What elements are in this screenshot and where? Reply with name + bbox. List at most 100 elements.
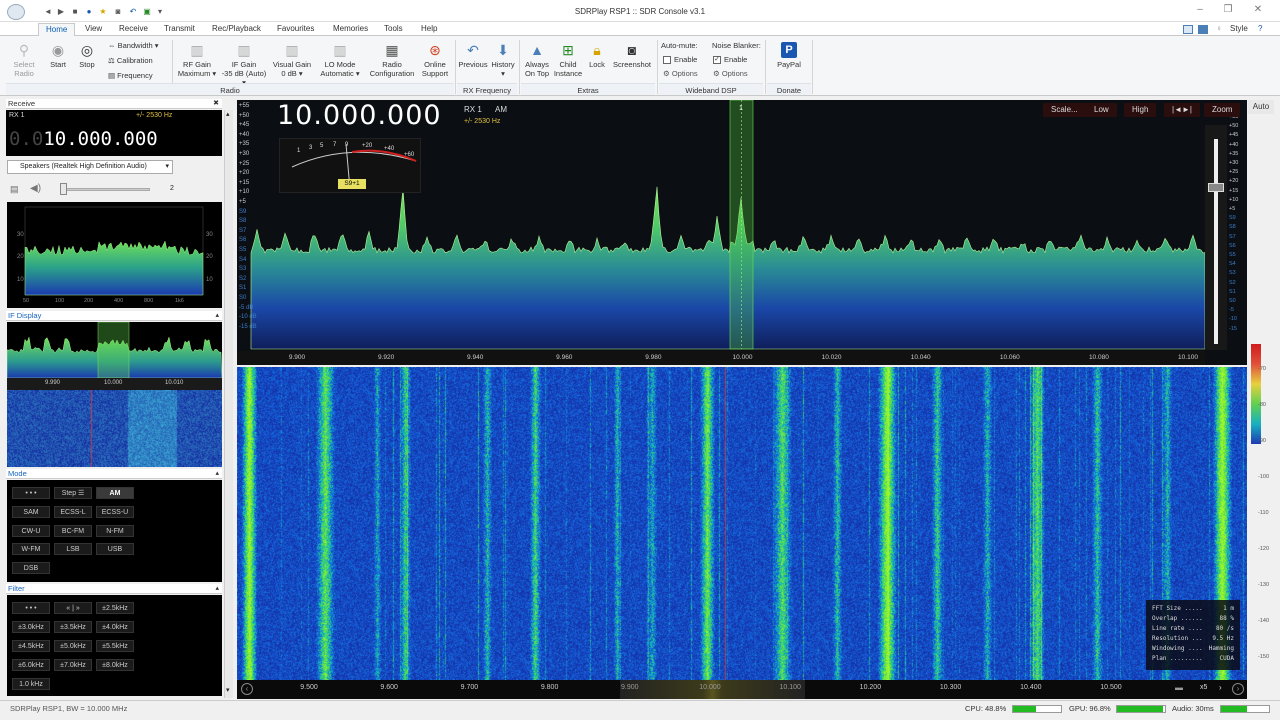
level-slider-track[interactable] [1214,139,1218,344]
lock-button[interactable]: 🔒︎ Lock [585,42,609,69]
receive-panel-header[interactable]: Receive ✖ [6,99,222,109]
high-button[interactable]: High [1124,103,1157,117]
style-menu[interactable]: Style [1230,24,1248,33]
filter-8-0khz-button[interactable]: ±8.0kHz [96,659,134,671]
waterfall-frequency-axis[interactable]: ‹ 9.500 9.600 9.700 9.800 9.900 10.000 10.100 1… [237,680,1247,699]
volume-slider-thumb[interactable] [60,183,67,195]
layout-2-icon[interactable] [1198,25,1208,34]
visual-gain-dropdown[interactable]: ▥ Visual Gain 0 dB ▾ [270,42,314,78]
waterfall-color-scale[interactable]: -70 -80 -90 -100 -110 -120 -130 -140 -150 [1249,344,1277,700]
scroll-down-icon[interactable]: ▾ [226,686,230,694]
scroll-right-icon[interactable]: › [1232,683,1244,695]
filter-6-0khz-button[interactable]: ±6.0kHz [12,659,50,671]
auto-button[interactable]: Auto [1248,100,1274,114]
filter-3-0khz-button[interactable]: ±3.0kHz [12,621,50,633]
select-radio-button[interactable]: ⚲ Select Radio [6,42,42,78]
history-button[interactable]: ⬇ History ▾ [489,42,517,78]
filter-2-5khz-button[interactable]: ±2.5kHz [96,602,134,614]
waterfall-menu-icon[interactable]: ▬ [1175,683,1189,695]
scroll-left-icon[interactable]: ‹ [241,683,253,695]
filter-header[interactable]: Filter ▴ [6,584,222,594]
panel-close-icon[interactable]: ✖ [213,99,219,109]
level-slider-thumb[interactable] [1208,183,1224,192]
filter-1-0khz-button[interactable]: 1.0 kHz [12,678,50,690]
filter-4-5khz-button[interactable]: ±4.5kHz [12,640,50,652]
scroll-up-icon[interactable]: ▴ [226,110,230,118]
paypal-button[interactable]: P PayPal [770,42,808,69]
tab-memories[interactable]: Memories [326,23,375,36]
start-button[interactable]: ◉ Start [44,42,72,69]
zoom-right-icon[interactable]: › [1219,683,1222,692]
zoom-button[interactable]: Zoom [1204,103,1241,117]
calibration-button[interactable]: ⚖ Calibration [108,56,153,65]
spectrum-frequency-axis[interactable]: 9.900 9.920 9.940 9.960 9.980 10.000 10.020 10.… [237,351,1205,365]
mode-dsb-button[interactable]: DSB [12,562,50,574]
previous-button[interactable]: ↶ Previous [457,42,489,69]
mode-ecss-l-button[interactable]: ECSS-L [54,506,92,518]
level-slider[interactable] [1205,125,1227,350]
panel-pin-icon[interactable]: ▴ [215,469,219,479]
auto-mute-options-button[interactable]: ⚙ Options [663,69,698,78]
speaker-icon[interactable]: ◀) [30,183,41,194]
mode-sam-button[interactable]: SAM [12,506,50,518]
filter-7-0khz-button[interactable]: ±7.0kHz [54,659,92,671]
maximize-button[interactable]: ❐ [1218,4,1238,18]
filter-4-0khz-button[interactable]: ±4.0kHz [96,621,134,633]
span-button[interactable]: |◄►| [1164,103,1200,117]
close-button[interactable]: ✕ [1248,4,1268,18]
stop-button[interactable]: ◎ Stop [73,42,101,69]
equalizer-icon[interactable]: ▤ [10,184,19,195]
screenshot-button[interactable]: ◙ Screenshot [611,42,653,69]
left-panel-scrollbar[interactable]: ▴ ▾ [224,110,233,698]
tab-favourites[interactable]: Favourites [270,23,321,36]
mode-cw-u-button[interactable]: CW-U [12,525,50,537]
if-display-header[interactable]: IF Display ▴ [6,311,222,321]
mode-w-fm-button[interactable]: W-FM [12,543,50,555]
minimize-button[interactable]: – [1190,4,1210,18]
tab-view[interactable]: View [78,23,109,36]
filter-5-5khz-button[interactable]: ±5.5kHz [96,640,134,652]
tab-home[interactable]: Home [38,23,76,36]
tab-help[interactable]: Help [414,23,444,36]
filter-5-0khz-button[interactable]: ±5.0kHz [54,640,92,652]
online-support-button[interactable]: ⊛ Online Support [418,42,452,78]
rf-gain-dropdown[interactable]: ▥ RF Gain Maximum ▾ [176,42,218,78]
tab-tools[interactable]: Tools [377,23,410,36]
waterfall-display[interactable]: FFT Size ..... 1 m Overlap ...... 88 % Lin… [237,367,1247,680]
spectrum-display[interactable]: 1 +55 +50 +45 +40 +35 +30 +25 +20 +15 +10 +5 S9 S8 S7… [237,100,1247,365]
noise-blanker-enable-checkbox[interactable]: ✓ Enable [713,55,747,65]
bandwidth-button[interactable]: ⇔ Bandwidth ▾ [108,41,158,50]
if-gain-dropdown[interactable]: ▥ IF Gain -35 dB (Auto) ▾ [220,42,268,87]
receive-frequency-display[interactable]: RX 1 +/- 2530 Hz 0.010.000.000 [6,110,222,156]
panel-pin-icon[interactable]: ▴ [215,584,219,594]
help-icon[interactable]: ? [1258,24,1262,33]
volume-slider-track[interactable] [62,188,150,191]
audio-spectrum[interactable]: 30 20 10 30 20 10 50 100 200 400 800 1k6 [7,202,222,308]
tab-receive[interactable]: Receive [112,23,155,36]
mode-bc-fm-button[interactable]: BC-FM [54,525,92,537]
mode-header[interactable]: Mode ▴ [6,469,222,479]
mode-more-button[interactable]: • • • [12,487,50,499]
child-instance-button[interactable]: ⊞ Child Instance [553,42,583,78]
if-display[interactable]: 9.990 10.000 10.010 [7,322,222,467]
mode-ecss-u-button[interactable]: ECSS-U [96,506,134,518]
tab-rec-playback[interactable]: Rec/Playback [205,23,268,36]
lo-mode-dropdown[interactable]: ▥ LO Mode Automatic ▾ [316,42,364,78]
filter-adjust-button[interactable]: « | » [54,602,92,614]
spectrum-frequency[interactable]: 10.000.000 [277,100,442,131]
radio-configuration-button[interactable]: ▦ Radio Configuration [366,42,418,78]
noise-blanker-options-button[interactable]: ⚙ Options [713,69,748,78]
mode-am-button[interactable]: AM [96,487,134,499]
auto-mute-enable-checkbox[interactable]: Enable [663,55,697,65]
audio-device-select[interactable]: Speakers (Realtek High Definition Audio)… [7,160,173,174]
frequency-button[interactable]: ▤ Frequency [108,71,153,80]
mode-n-fm-button[interactable]: N-FM [96,525,134,537]
mode-step-button[interactable]: Step ☰ [54,487,92,499]
panel-pin-icon[interactable]: ▴ [215,311,219,321]
filter-more-button[interactable]: • • • [12,602,50,614]
layout-1-icon[interactable] [1183,25,1193,34]
mode-lsb-button[interactable]: LSB [54,543,92,555]
scale-button[interactable]: Scale... [1043,103,1086,117]
low-button[interactable]: Low [1086,103,1117,117]
frequency-readout[interactable]: 0.010.000.000 [9,128,158,150]
